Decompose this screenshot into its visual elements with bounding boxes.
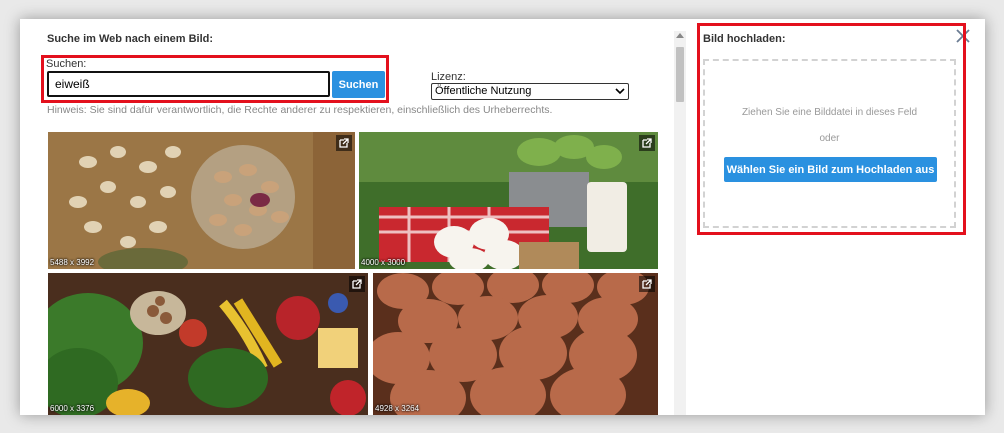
result-image-brown-eggs[interactable]: 4928 x 3264 [373,273,658,415]
image-dimensions: 4000 x 3000 [361,258,406,267]
vegetables-illustration [48,273,368,415]
external-link-icon[interactable] [336,135,352,151]
upload-panel: Bild hochladen: Ziehen Sie eine Bilddate… [690,19,985,415]
scroll-up-arrow-icon[interactable] [676,33,684,38]
license-selected-value: Öffentliche Nutzung [435,85,532,97]
beans-illustration [48,132,355,269]
external-link-icon[interactable] [639,276,655,292]
web-search-panel: Suche im Web nach einem Bild: Suchen: Su… [20,19,680,415]
brown-eggs-illustration [373,273,658,415]
scroll-thumb[interactable] [676,47,684,102]
upload-highlight-box [697,23,966,235]
external-link-icon[interactable] [639,135,655,151]
search-highlight-box [41,55,389,103]
license-label: Lizenz: [431,71,466,83]
image-dimensions: 6000 x 3376 [50,404,95,413]
image-dialog: Suche im Web nach einem Bild: Suchen: Su… [20,19,985,415]
search-heading: Suche im Web nach einem Bild: [47,33,214,45]
results-scrollbar[interactable] [674,31,686,415]
chevron-down-icon [615,85,625,102]
result-image-eggs-basket[interactable]: 4000 x 3000 [359,132,658,269]
result-image-vegetables[interactable]: 6000 x 3376 [48,273,368,415]
external-link-icon[interactable] [349,276,365,292]
image-dimensions: 5488 x 3992 [50,258,95,267]
image-dimensions: 4928 x 3264 [375,404,420,413]
eggs-basket-illustration [359,132,658,269]
copyright-hint: Hinweis: Sie sind dafür verantwortlich, … [47,104,553,116]
license-select[interactable]: Öffentliche Nutzung [431,83,629,100]
result-image-beans[interactable]: 5488 x 3992 [48,132,355,269]
